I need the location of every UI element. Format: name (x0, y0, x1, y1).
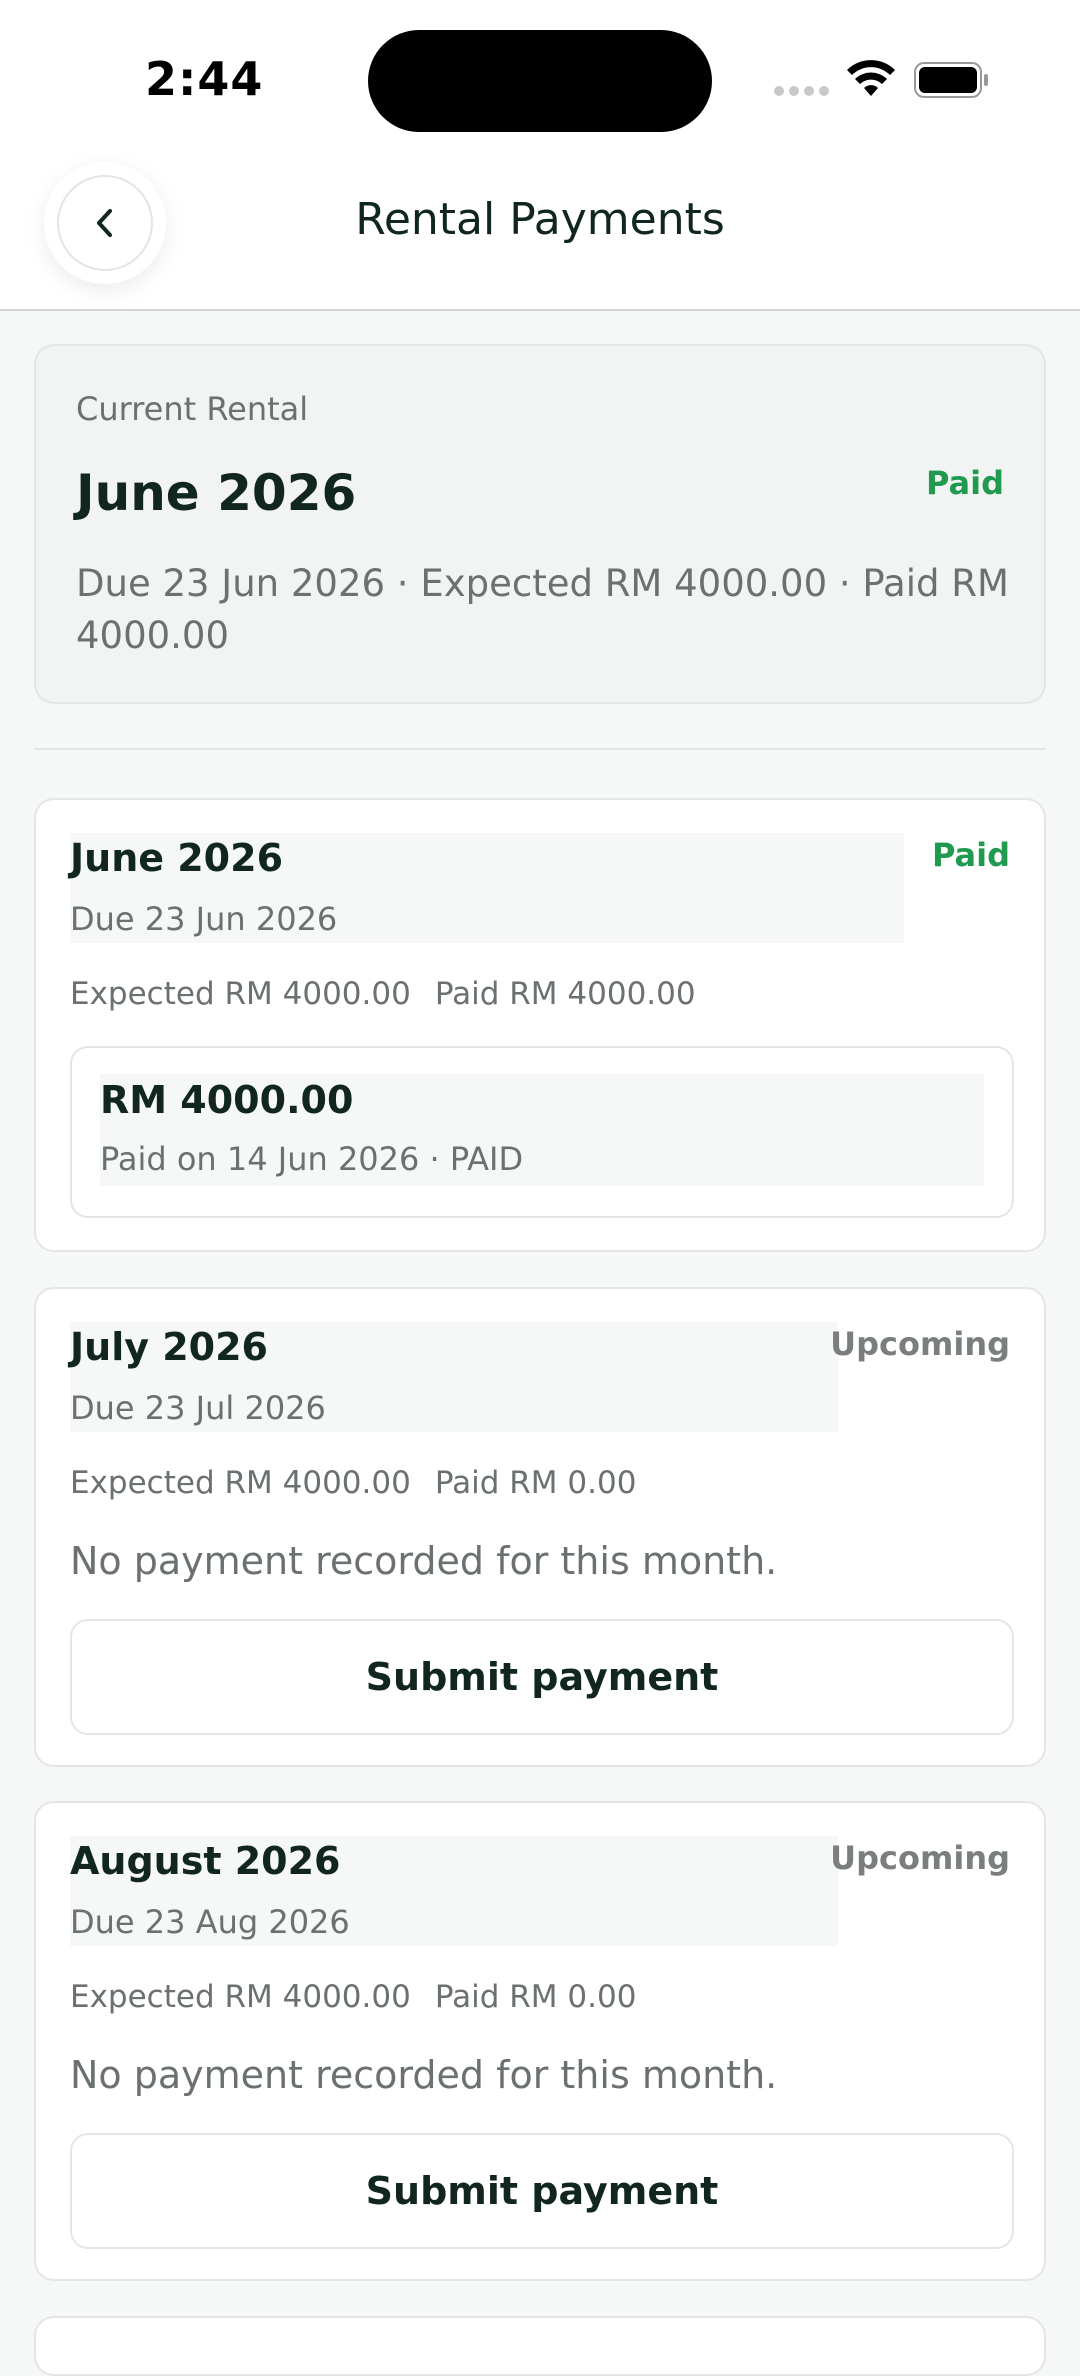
status-badge: Paid (925, 464, 1004, 502)
status-badge: Paid (931, 836, 1010, 874)
section-divider (34, 748, 1046, 750)
submit-payment-button[interactable]: Submit payment (70, 2133, 1014, 2249)
month-due-date: Due 23 Aug 2026 (70, 1903, 350, 1941)
paid-amount: Paid RM 0.00 (434, 1465, 637, 1501)
month-card-next (34, 2316, 1046, 2376)
month-card-august: August 2026 Due 23 Aug 2026 Upcoming Exp… (34, 1801, 1046, 2281)
month-card-june: June 2026 Due 23 Jun 2026 Paid Expected … (34, 798, 1046, 1252)
empty-payment-text: No payment recorded for this month. (70, 2053, 778, 2097)
wifi-icon (847, 60, 895, 96)
current-rental-card: Current Rental June 2026 Paid Due 23 Jun… (34, 344, 1046, 704)
month-card-july: July 2026 Due 23 Jul 2026 Upcoming Expec… (34, 1287, 1046, 1767)
payment-meta: Paid on 14 Jun 2026 · PAID (100, 1140, 524, 1178)
expected-amount: Expected RM 4000.00 (70, 1979, 411, 2015)
status-time: 2:44 (145, 52, 264, 106)
paid-amount: Paid RM 0.00 (434, 1979, 637, 2015)
paid-amount: Paid RM 4000.00 (434, 976, 696, 1012)
page-title: Rental Payments (355, 194, 725, 245)
month-amounts: Expected RM 4000.00 Paid RM 0.00 (70, 1979, 636, 2015)
empty-payment-text: No payment recorded for this month. (70, 1539, 778, 1583)
dynamic-island (368, 30, 712, 132)
status-badge: Upcoming (830, 1325, 1010, 1363)
cellular-signal-icon (774, 86, 830, 96)
month-amounts: Expected RM 4000.00 Paid RM 4000.00 (70, 976, 696, 1012)
month-title: August 2026 (70, 1839, 341, 1883)
month-title: June 2026 (70, 836, 284, 880)
current-rental-month: June 2026 (76, 464, 357, 522)
expected-amount: Expected RM 4000.00 (70, 1465, 411, 1501)
current-rental-summary: Due 23 Jun 2026 · Expected RM 4000.00 · … (76, 562, 1009, 657)
current-rental-label: Current Rental (76, 390, 309, 428)
payment-amount: RM 4000.00 (100, 1078, 354, 1122)
month-due-date: Due 23 Jul 2026 (70, 1389, 326, 1427)
expected-amount: Expected RM 4000.00 (70, 976, 411, 1012)
month-amounts: Expected RM 4000.00 Paid RM 0.00 (70, 1465, 636, 1501)
status-badge: Upcoming (830, 1839, 1010, 1877)
payment-record[interactable]: RM 4000.00 Paid on 14 Jun 2026 · PAID (70, 1046, 1014, 1218)
month-due-date: Due 23 Jun 2026 (70, 900, 338, 938)
month-title: July 2026 (70, 1325, 268, 1369)
battery-icon (914, 62, 988, 98)
top-bar: 2:44 Rental Payments (0, 0, 1080, 311)
submit-payment-button[interactable]: Submit payment (70, 1619, 1014, 1735)
